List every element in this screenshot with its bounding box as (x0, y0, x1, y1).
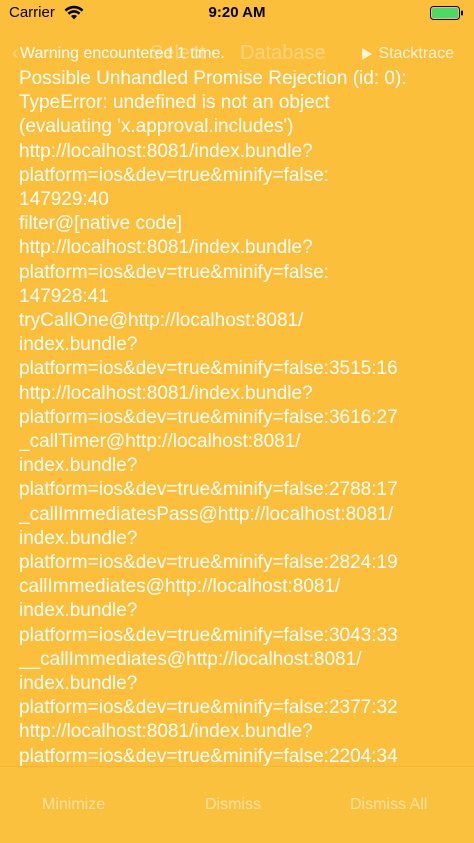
message-line: tryCallOne@http://localhost:8081/ (19, 310, 304, 332)
background-back-button: ‹ (12, 42, 19, 64)
warning-count-header: Warning encountered 1 time. (20, 45, 225, 62)
message-line: 147929:40 (19, 189, 109, 211)
dismiss-all-button[interactable]: Dismiss All (350, 795, 427, 815)
message-line: index.bundle? (19, 455, 138, 477)
background-page-title: Database (240, 42, 326, 64)
message-line: http://localhost:8081/index.bundle? (19, 140, 313, 162)
stacktrace-button[interactable]: Stacktrace (362, 44, 454, 64)
stacktrace-label: Stacktrace (378, 45, 454, 62)
battery-icon (430, 6, 463, 20)
status-bar: Carrier 9:20 AM (0, 0, 474, 28)
message-line: _callImmediatesPass@http://localhost:808… (19, 503, 394, 525)
message-line: platform=ios&dev=true&minify=false:3043:… (19, 624, 398, 646)
message-line: platform=ios&dev=true&minify=false:2824:… (19, 552, 398, 574)
message-line: platform=ios&dev=true&minify=false:2377:… (19, 697, 398, 719)
message-line: platform=ios&dev=true&minify=false: (19, 261, 329, 283)
message-line: callImmediates@http://localhost:8081/ (19, 576, 341, 598)
yellowbox-warning-screen: Carrier 9:20 AM ‹ Select Database Warnin… (0, 0, 474, 843)
message-line: __callImmediates@http://localhost:8081/ (19, 648, 362, 670)
message-line: (evaluating 'x.approval.includes') (19, 116, 294, 138)
message-line: platform=ios&dev=true&minify=false:3616:… (19, 406, 398, 428)
message-line: index.bundle? (19, 334, 138, 356)
message-line: 147928:41 (19, 285, 109, 307)
message-line: http://localhost:8081/index.bundle? (19, 721, 313, 743)
warning-action-bar: Minimize Dismiss Dismiss All (0, 766, 474, 843)
message-line: filter@[native code] (19, 213, 182, 235)
play-icon (362, 48, 373, 60)
message-line: _callTimer@http://localhost:8081/ (19, 431, 301, 453)
message-line: http://localhost:8081/index.bundle? (19, 237, 313, 259)
message-line: http://localhost:8081/index.bundle? (19, 382, 313, 404)
message-line: platform=ios&dev=true&minify=false: (19, 164, 329, 186)
message-line: index.bundle? (19, 527, 138, 549)
minimize-button[interactable]: Minimize (42, 795, 105, 815)
message-line: platform=ios&dev=true&minify=false:2204:… (19, 745, 398, 767)
message-line: platform=ios&dev=true&minify=false:2788:… (19, 479, 398, 501)
clock-time: 9:20 AM (208, 4, 266, 21)
message-line: index.bundle? (19, 673, 138, 695)
warning-message[interactable]: Possible Unhandled Promise Rejection (id… (19, 67, 459, 767)
message-line: Possible Unhandled Promise Rejection (id… (19, 68, 407, 89)
message-line: TypeError: undefined is not an object (19, 92, 330, 114)
message-line: index.bundle? (19, 600, 138, 622)
dismiss-button[interactable]: Dismiss (205, 795, 261, 815)
message-line: platform=ios&dev=true&minify=false:3515:… (19, 358, 398, 380)
